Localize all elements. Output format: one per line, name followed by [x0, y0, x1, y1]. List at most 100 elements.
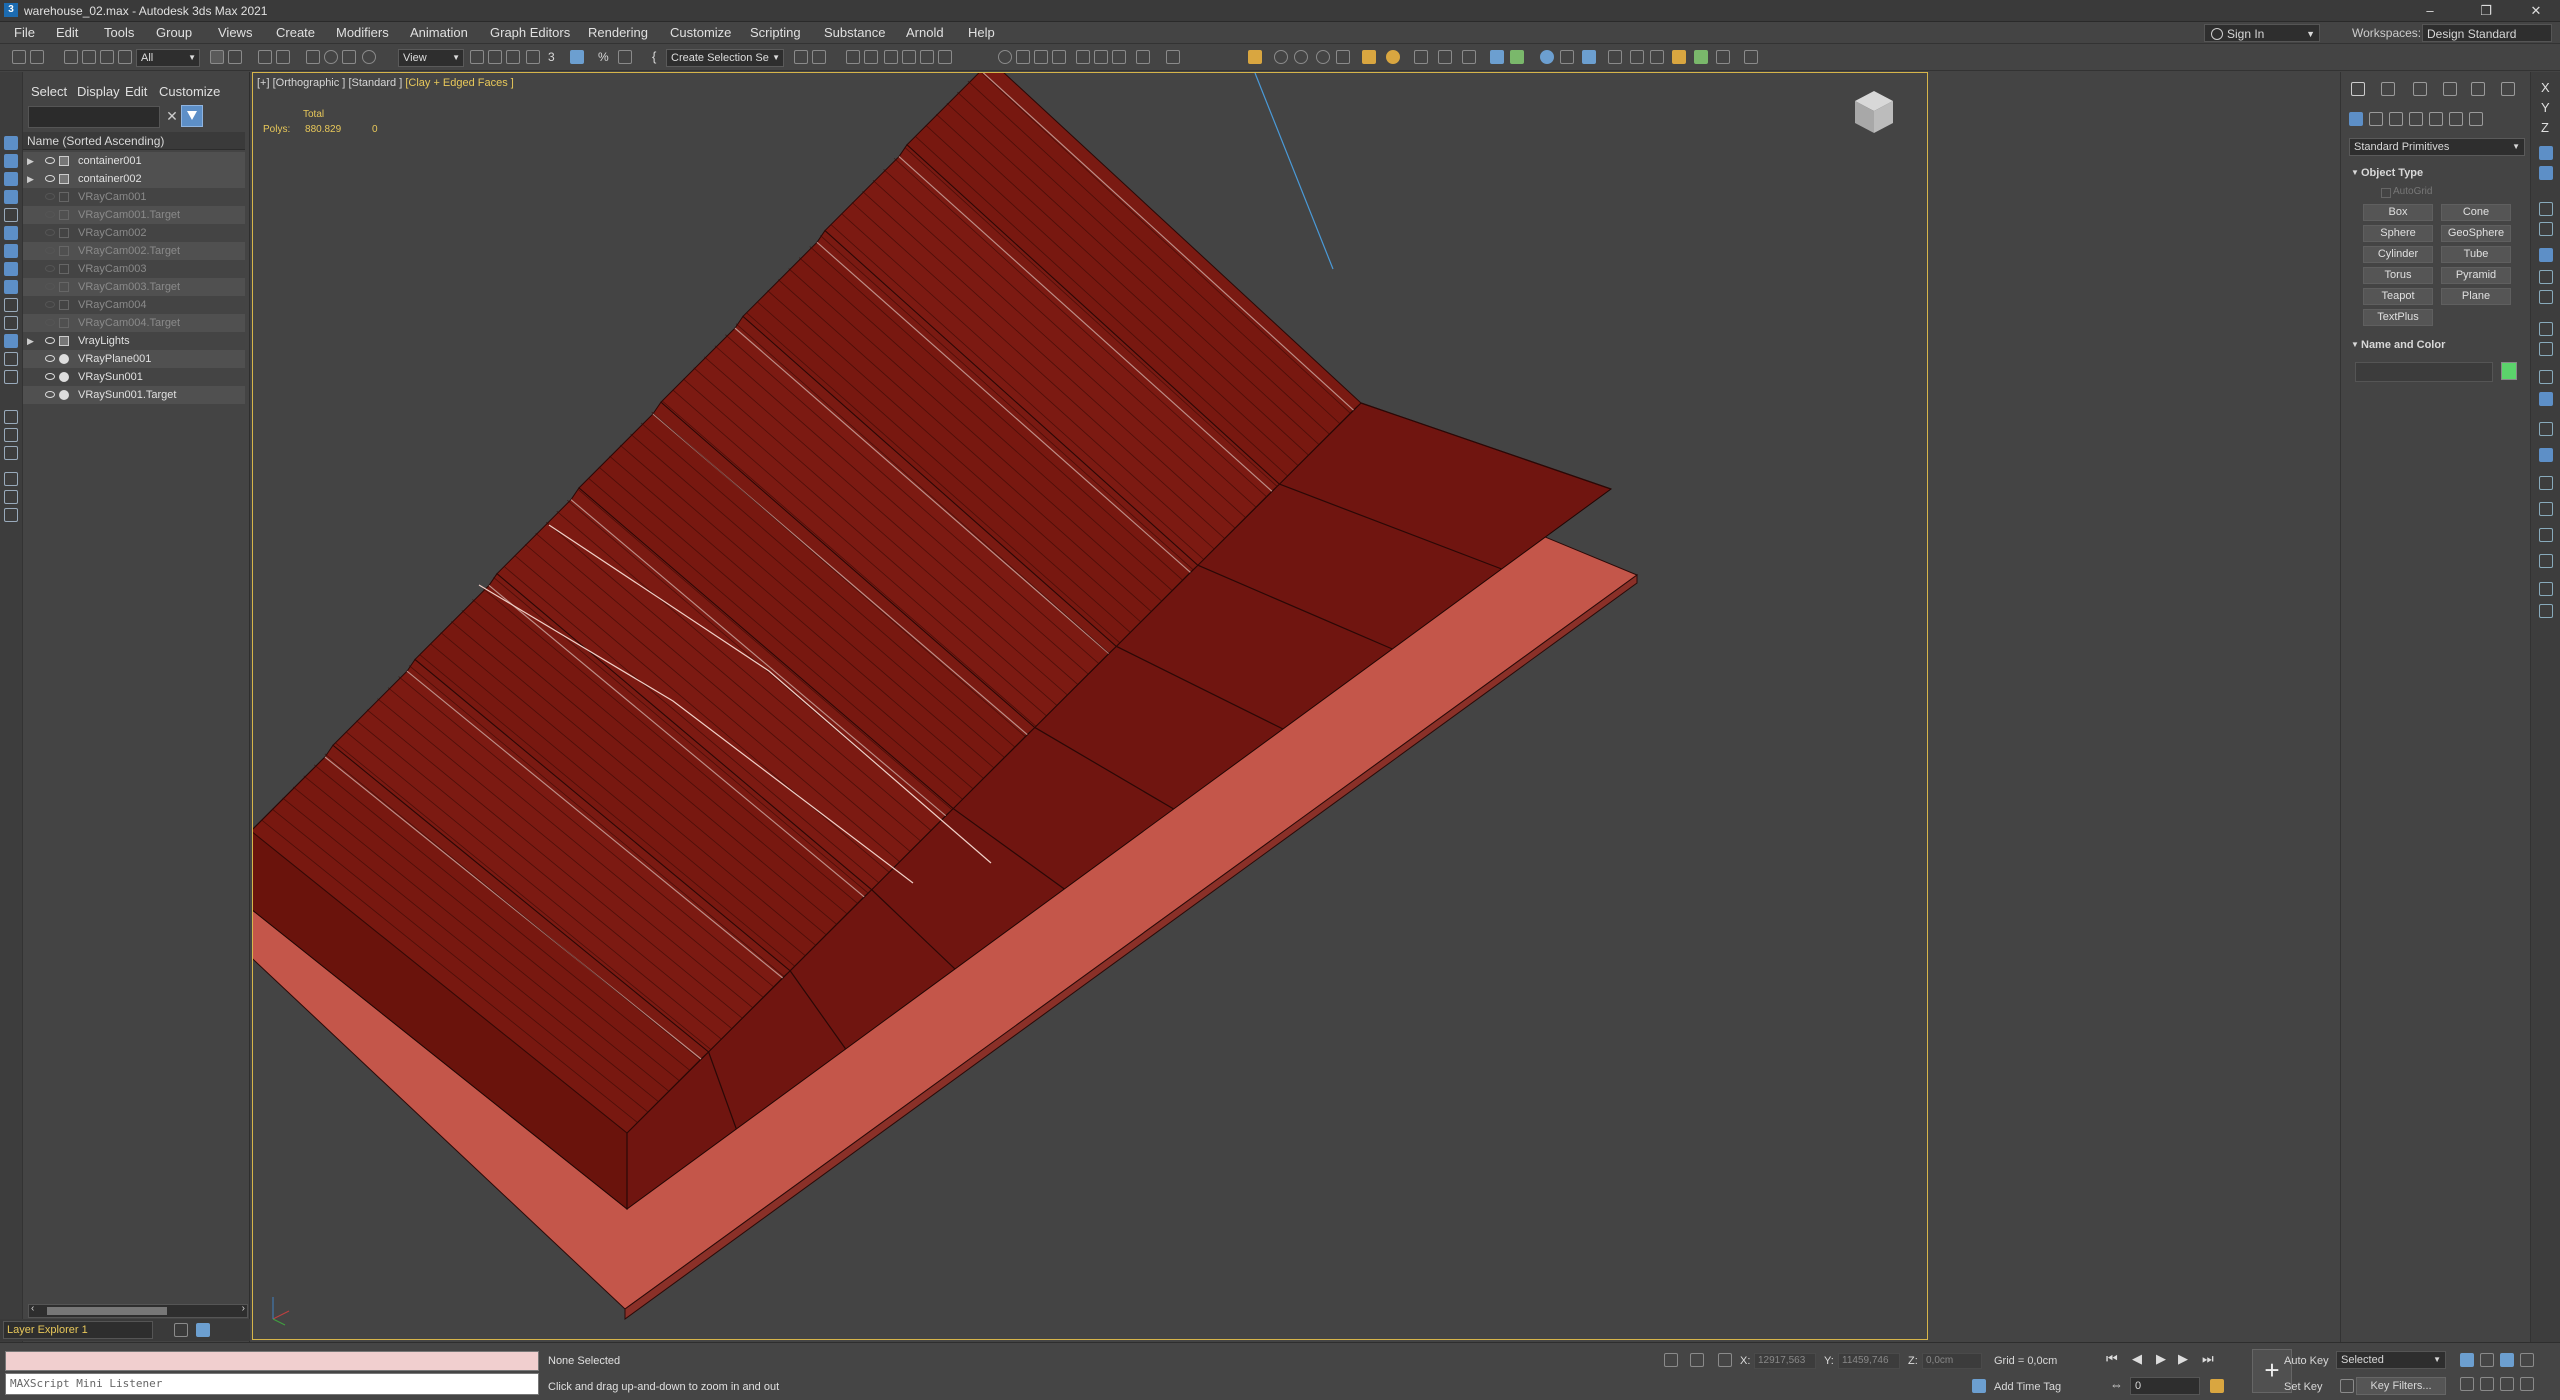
- utilities-tab-icon[interactable]: [2501, 82, 2515, 96]
- mirror-icon[interactable]: [794, 50, 808, 64]
- axis-xy-icon[interactable]: [2539, 146, 2553, 160]
- menu-file[interactable]: File: [14, 25, 35, 40]
- snap-options-icon[interactable]: [2539, 476, 2553, 490]
- sort-tool-icon[interactable]: [4, 370, 18, 384]
- keyboard-shortcut-icon[interactable]: [506, 50, 520, 64]
- curve-editor-icon[interactable]: [902, 50, 916, 64]
- axis-y-label[interactable]: Y: [2541, 100, 2550, 115]
- material-editor-icon[interactable]: [938, 50, 952, 64]
- visibility-eye-icon[interactable]: [45, 355, 55, 362]
- cameras-category-icon[interactable]: [2409, 112, 2423, 126]
- layers-icon[interactable]: [174, 1323, 188, 1337]
- angle-snap-icon[interactable]: [570, 50, 584, 64]
- expand-arrow-icon[interactable]: ▶: [27, 152, 34, 170]
- menu-scripting[interactable]: Scripting: [750, 25, 801, 40]
- reference-coordinate-dropdown[interactable]: View ▼: [398, 49, 464, 67]
- orbit-icon[interactable]: [2500, 1377, 2514, 1391]
- menu-help[interactable]: Help: [968, 25, 995, 40]
- next-frame-icon[interactable]: ▶: [2178, 1351, 2188, 1367]
- object-color-swatch[interactable]: [2501, 362, 2517, 380]
- undo-icon[interactable]: [12, 50, 26, 64]
- x-coord-field[interactable]: 12917,563: [1754, 1353, 1816, 1369]
- snap-midpoint-icon[interactable]: [2539, 422, 2553, 436]
- filter-icon[interactable]: [181, 105, 203, 127]
- systems-category-icon[interactable]: [2469, 112, 2483, 126]
- environment-icon[interactable]: [1112, 50, 1126, 64]
- snap-pivot-icon[interactable]: [2539, 270, 2553, 284]
- vray-help-icon[interactable]: [1650, 50, 1664, 64]
- visibility-eye-icon[interactable]: [45, 157, 55, 164]
- snap-vertex-icon[interactable]: [2539, 202, 2553, 216]
- visibility-eye-icon[interactable]: [45, 229, 55, 236]
- menu-group[interactable]: Group: [156, 25, 192, 40]
- object-paint-icon[interactable]: [4, 226, 18, 240]
- key-mode-icon[interactable]: ⇔: [2110, 1377, 2123, 1392]
- visibility-eye-icon[interactable]: [45, 301, 55, 308]
- hierarchy-tab-icon[interactable]: [2413, 82, 2427, 96]
- placement-icon[interactable]: [362, 50, 376, 64]
- utilities-tool-icon[interactable]: [4, 298, 18, 312]
- explorer-row[interactable]: VRayCam004.Target: [23, 314, 245, 332]
- primitive-category-dropdown[interactable]: Standard Primitives ▼: [2349, 138, 2525, 156]
- modify-tab-icon[interactable]: [2381, 82, 2395, 96]
- tube-button[interactable]: Tube: [2441, 246, 2511, 263]
- previous-frame-icon[interactable]: ◀: [2132, 1351, 2142, 1367]
- scroll-right-icon[interactable]: ›: [242, 1303, 245, 1314]
- selection-set-dropdown[interactable]: Selected ▼: [2336, 1351, 2446, 1369]
- geometry-category-icon[interactable]: [2349, 112, 2363, 126]
- vray-cosmos-icon[interactable]: [1582, 50, 1596, 64]
- snap-more-icon[interactable]: [2539, 554, 2553, 568]
- visibility-eye-icon[interactable]: [45, 373, 55, 380]
- visibility-eye-icon[interactable]: [45, 337, 55, 344]
- pivot-icon[interactable]: [526, 50, 540, 64]
- scrollbar-thumb[interactable]: [47, 1307, 167, 1315]
- select-object-icon[interactable]: [210, 50, 224, 64]
- geosphere-button[interactable]: GeoSphere: [2441, 225, 2511, 242]
- percent-snap-toggle[interactable]: %: [598, 50, 609, 64]
- explorer-search-input[interactable]: [28, 106, 160, 128]
- vray-proxy-icon[interactable]: [1438, 50, 1452, 64]
- explorer-row[interactable]: ▶ VrayLights: [23, 332, 245, 350]
- vray-options-icon[interactable]: [1166, 50, 1180, 64]
- rectangle-selection-icon[interactable]: [258, 50, 272, 64]
- arnold-mtl-icon[interactable]: [1744, 50, 1758, 64]
- rendered-frame-window-icon[interactable]: [1016, 50, 1030, 64]
- render-iterative-icon[interactable]: [1052, 50, 1066, 64]
- vray-decal-icon[interactable]: [1560, 50, 1574, 64]
- menu-views[interactable]: Views: [218, 25, 252, 40]
- perspective-viewport[interactable]: [+] [Orthographic ] [Standard ] [Clay + …: [252, 72, 1928, 1340]
- expand-arrow-icon[interactable]: ▶: [27, 170, 34, 188]
- field-of-view-icon[interactable]: [2460, 1377, 2474, 1391]
- menu-arnold[interactable]: Arnold: [906, 25, 944, 40]
- layer-explorer-dropdown[interactable]: Layer Explorer 1: [3, 1321, 153, 1339]
- space-warps-category-icon[interactable]: [2449, 112, 2463, 126]
- polygon-modeling-icon[interactable]: [4, 244, 18, 258]
- page-tool-icon[interactable]: [4, 446, 18, 460]
- sign-in-dropdown[interactable]: Sign In ▼: [2204, 24, 2320, 42]
- visibility-eye-icon[interactable]: [45, 391, 55, 398]
- y-coord-field[interactable]: 11459,746: [1838, 1353, 1900, 1369]
- explorer-tab-customize[interactable]: Customize: [159, 84, 220, 99]
- select-tool-icon[interactable]: [4, 136, 18, 150]
- bind-icon[interactable]: [118, 50, 132, 64]
- snap-grid-icon[interactable]: [2539, 290, 2553, 304]
- maxscript-output[interactable]: [5, 1351, 539, 1371]
- object-name-field[interactable]: [2355, 362, 2493, 382]
- chaos-scatter-icon[interactable]: [1540, 50, 1554, 64]
- visibility-eye-icon[interactable]: [45, 211, 55, 218]
- explorer-row[interactable]: VRayCam003: [23, 260, 245, 278]
- menu-create[interactable]: Create: [276, 25, 315, 40]
- menu-animation[interactable]: Animation: [410, 25, 468, 40]
- visibility-eye-icon[interactable]: [45, 283, 55, 290]
- zoom-extents-icon[interactable]: [2500, 1353, 2514, 1367]
- sphere-button[interactable]: Sphere: [2363, 225, 2433, 242]
- vray-sky-icon[interactable]: [1386, 50, 1400, 64]
- isolate-selection-icon[interactable]: [1664, 1353, 1678, 1367]
- vray-ies-icon[interactable]: [1316, 50, 1330, 64]
- key-mode-toggle-icon[interactable]: [2340, 1379, 2354, 1393]
- lights-category-icon[interactable]: [2389, 112, 2403, 126]
- vray-fur-icon[interactable]: [1414, 50, 1428, 64]
- zoom-all-icon[interactable]: [2480, 1353, 2494, 1367]
- explorer-row[interactable]: VRayCam002: [23, 224, 245, 242]
- layer-tool-icon[interactable]: [4, 334, 18, 348]
